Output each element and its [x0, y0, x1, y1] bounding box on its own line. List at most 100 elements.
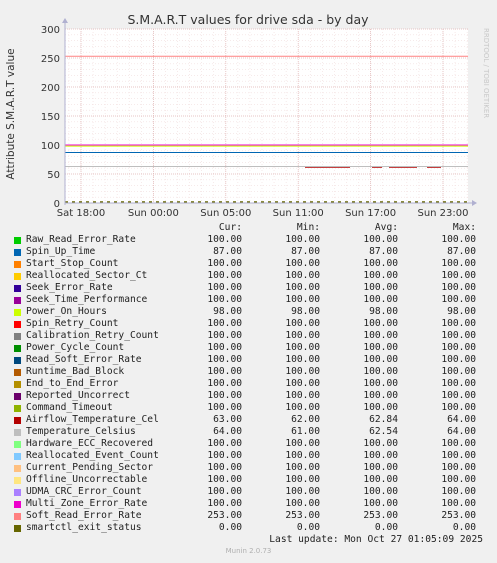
legend-header-min: Min:: [296, 222, 320, 233]
legend-swatch: [14, 273, 21, 280]
legend-row: Seek_Time_Performance 100.00 100.00 100.00 1…: [12, 294, 488, 306]
legend-cur-value: 100.00: [207, 438, 242, 449]
legend-min-value: 100.00: [285, 270, 320, 281]
legend-min-value: 61.00: [291, 426, 320, 437]
legend-swatch: [14, 501, 21, 508]
legend: Cur: Min: Avg: Max: Raw_Read_Error_Rate 1…: [12, 222, 488, 534]
legend-header-max: Max:: [452, 222, 476, 233]
legend-avg-value: 100.00: [363, 258, 398, 269]
legend-cur-value: 87.00: [213, 246, 242, 257]
legend-cur-value: 100.00: [207, 258, 242, 269]
legend-max-value: 87.00: [447, 246, 476, 257]
legend-series-name: Calibration_Retry_Count: [26, 330, 159, 341]
y-axis-arrow: [62, 18, 68, 23]
legend-avg-value: 100.00: [363, 378, 398, 389]
legend-row: Offline_Uncorrectable 100.00 100.00 100.00 1…: [12, 474, 488, 486]
legend-swatch: [14, 345, 21, 352]
legend-max-value: 100.00: [441, 366, 476, 377]
legend-avg-value: 100.00: [363, 330, 398, 341]
legend-avg-value: 100.00: [363, 498, 398, 509]
legend-avg-value: 98.00: [369, 306, 398, 317]
legend-cur-value: 100.00: [207, 450, 242, 461]
legend-swatch: [14, 393, 21, 400]
legend-row: Raw_Read_Error_Rate 100.00 100.00 100.00 100…: [12, 234, 488, 246]
legend-row: Power_Cycle_Count 100.00 100.00 100.00 100.0…: [12, 342, 488, 354]
y-tick-label: 50: [47, 170, 60, 181]
legend-avg-value: 0.00: [374, 522, 398, 533]
legend-row: Current_Pending_Sector 100.00 100.00 100.00…: [12, 462, 488, 474]
legend-min-value: 87.00: [291, 246, 320, 257]
legend-avg-value: 100.00: [363, 402, 398, 413]
legend-row: UDMA_CRC_Error_Count 100.00 100.00 100.00 10…: [12, 486, 488, 498]
legend-min-value: 100.00: [285, 234, 320, 245]
legend-min-value: 100.00: [285, 294, 320, 305]
legend-row: Reallocated_Sector_Ct 100.00 100.00 100.00 1…: [12, 270, 488, 282]
legend-swatch: [14, 525, 21, 532]
legend-series-name: Raw_Read_Error_Rate: [26, 234, 136, 245]
legend-avg-value: 100.00: [363, 294, 398, 305]
legend-row: End_to_End_Error 100.00 100.00 100.00 100.00: [12, 378, 488, 390]
x-tick-label: Sat 18:00: [57, 208, 105, 219]
legend-min-value: 100.00: [285, 318, 320, 329]
legend-row: Temperature_Celsius 64.00 61.00 62.54 64.00: [12, 426, 488, 438]
legend-max-value: 100.00: [441, 402, 476, 413]
legend-row: Read_Soft_Error_Rate 100.00 100.00 100.00 10…: [12, 354, 488, 366]
legend-min-value: 100.00: [285, 474, 320, 485]
x-axis-arrow: [472, 200, 477, 206]
legend-cur-value: 100.00: [207, 330, 242, 341]
legend-series-name: Hardware_ECC_Recovered: [26, 438, 154, 449]
legend-row: Seek_Error_Rate 100.00 100.00 100.00 100.00: [12, 282, 488, 294]
legend-max-value: 100.00: [441, 294, 476, 305]
legend-max-value: 100.00: [441, 474, 476, 485]
legend-swatch: [14, 261, 21, 268]
legend-min-value: 100.00: [285, 486, 320, 497]
legend-avg-value: 62.54: [369, 426, 398, 437]
legend-series-name: Seek_Time_Performance: [26, 294, 148, 305]
legend-min-value: 100.00: [285, 330, 320, 341]
legend-cur-value: 100.00: [207, 474, 242, 485]
legend-row: Spin_Up_Time 87.00 87.00 87.00 87.00: [12, 246, 488, 258]
chart-title: S.M.A.R.T values for drive sda - by day: [127, 12, 369, 27]
legend-min-value: 100.00: [285, 366, 320, 377]
legend-series-name: Temperature_Celsius: [26, 426, 136, 437]
legend-avg-value: 100.00: [363, 270, 398, 281]
legend-max-value: 100.00: [441, 498, 476, 509]
legend-cur-value: 100.00: [207, 402, 242, 413]
legend-swatch: [14, 237, 21, 244]
chart: S.M.A.R.T values for drive sda - by day …: [5, 12, 490, 219]
legend-max-value: 64.00: [447, 414, 476, 425]
legend-max-value: 253.00: [441, 510, 476, 521]
legend-max-value: 100.00: [441, 486, 476, 497]
legend-max-value: 100.00: [441, 462, 476, 473]
legend-min-value: 100.00: [285, 354, 320, 365]
y-tick-label: 250: [41, 54, 60, 65]
legend-avg-value: 100.00: [363, 342, 398, 353]
legend-series-name: Start_Stop_Count: [26, 258, 119, 269]
legend-series-name: Reallocated_Sector_Ct: [26, 270, 148, 281]
legend-cur-value: 100.00: [207, 390, 242, 401]
legend-series-name: Reported_Uncorrect: [26, 390, 130, 401]
legend-swatch: [14, 465, 21, 472]
legend-min-value: 100.00: [285, 462, 320, 473]
legend-cur-value: 100.00: [207, 366, 242, 377]
legend-avg-value: 100.00: [363, 390, 398, 401]
legend-series-name: Current_Pending_Sector: [26, 462, 154, 473]
legend-max-value: 100.00: [441, 354, 476, 365]
legend-cur-value: 64.00: [213, 426, 242, 437]
legend-series-name: Command_Timeout: [26, 402, 113, 413]
legend-row: smartctl_exit_status 0.00 0.00 0.00 0.00: [12, 522, 488, 534]
legend-row: Reallocated_Event_Count 100.00 100.00 100.0…: [12, 450, 488, 462]
legend-row: Power_On_Hours 98.00 98.00 98.00 98.00: [12, 306, 488, 318]
legend-max-value: 100.00: [441, 234, 476, 245]
legend-max-value: 100.00: [441, 330, 476, 341]
legend-cur-value: 100.00: [207, 270, 242, 281]
legend-series-name: Power_On_Hours: [26, 306, 107, 317]
legend-avg-value: 100.00: [363, 462, 398, 473]
last-update: Last update: Mon Oct 27 01:05:09 2025: [269, 534, 483, 545]
legend-avg-value: 87.00: [369, 246, 398, 257]
legend-min-value: 100.00: [285, 438, 320, 449]
legend-max-value: 0.00: [452, 522, 476, 533]
legend-max-value: 100.00: [441, 342, 476, 353]
legend-header-avg: Avg:: [374, 222, 398, 233]
legend-swatch: [14, 441, 21, 448]
